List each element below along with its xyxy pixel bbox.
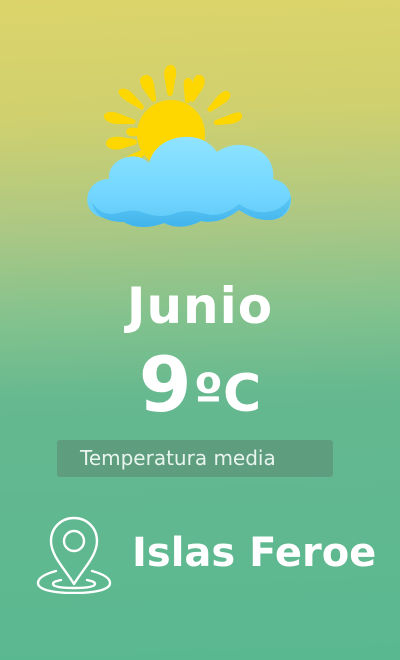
location-name: Islas Feroe	[132, 530, 377, 576]
sun-behind-cloud-icon	[87, 64, 291, 227]
temperature-value: 9	[138, 340, 192, 429]
weather-card: Junio 9ºC Temperatura media Islas Feroe	[0, 0, 400, 660]
cloud	[87, 136, 291, 227]
temperature-unit: ºC	[193, 364, 262, 424]
map-pin-icon	[36, 516, 112, 594]
month-label: Junio	[126, 277, 274, 335]
temperature-caption: Temperatura media	[57, 440, 333, 477]
temperature-display: 9ºC	[0, 340, 400, 451]
